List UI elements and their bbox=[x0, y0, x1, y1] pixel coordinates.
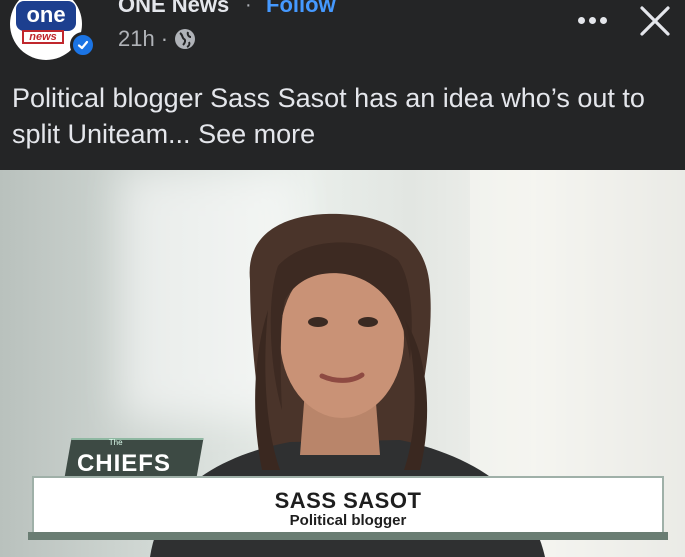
time-separator: · bbox=[160, 26, 169, 51]
lower-third: SASS SASOT Political blogger bbox=[32, 476, 664, 534]
post-meta: 21h · bbox=[118, 26, 196, 52]
post-time[interactable]: 21h bbox=[118, 26, 155, 52]
more-dot bbox=[588, 16, 596, 24]
more-options-button[interactable] bbox=[570, 8, 614, 32]
close-icon bbox=[640, 6, 670, 36]
post-caption: Political blogger Sass Sasot has an idea… bbox=[12, 80, 677, 152]
guest-role: Political blogger bbox=[289, 512, 407, 529]
page-name-link[interactable]: ONE News bbox=[118, 0, 229, 18]
lower-third-bar bbox=[28, 532, 668, 540]
name-separator: · bbox=[245, 0, 252, 16]
video-player[interactable]: The CHIEFS SASS SASOT Political blogger bbox=[0, 170, 685, 557]
follow-button[interactable]: Follow bbox=[266, 0, 336, 18]
post-header: one news ONE News · Follow 21h · bbox=[0, 0, 685, 70]
caption-text: Political blogger Sass Sasot has an idea… bbox=[12, 83, 645, 149]
page-avatar[interactable]: one news bbox=[10, 0, 96, 60]
globe-icon bbox=[174, 28, 196, 50]
logo-news-text: news bbox=[22, 30, 64, 44]
logo-one-text: one bbox=[16, 1, 76, 31]
show-logo-small: The bbox=[108, 438, 123, 447]
verified-badge-icon bbox=[70, 32, 96, 58]
see-more-link[interactable]: See more bbox=[198, 119, 315, 149]
more-dots-icon bbox=[577, 16, 585, 24]
show-logo-name: CHIEFS bbox=[76, 450, 171, 477]
guest-name: SASS SASOT bbox=[274, 488, 422, 513]
more-dot bbox=[599, 16, 607, 24]
close-button[interactable] bbox=[638, 4, 672, 38]
show-logo: The CHIEFS bbox=[64, 438, 204, 478]
